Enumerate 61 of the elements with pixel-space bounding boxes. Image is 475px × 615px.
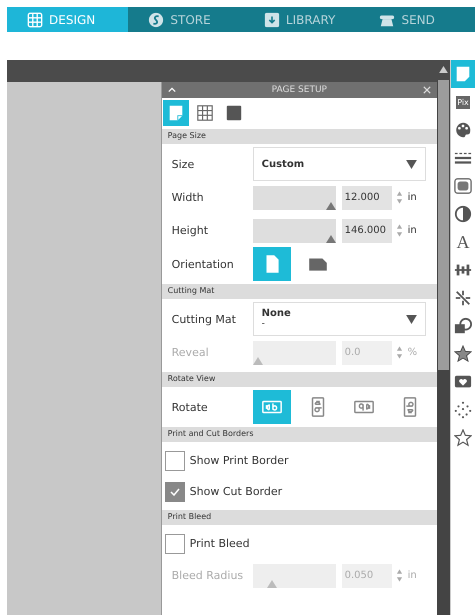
download-icon: [264, 12, 280, 28]
panel-title: PAGE SETUP: [270, 85, 328, 95]
portrait-button[interactable]: [252, 247, 291, 281]
page-icon: [166, 104, 185, 122]
unit-label: in: [408, 192, 417, 203]
frame-icon: [224, 104, 243, 122]
grid-icon: [196, 104, 214, 122]
unit-label: in: [408, 570, 417, 581]
checkbox[interactable]: [164, 450, 185, 470]
checkbox-label: Print Bleed: [190, 537, 250, 550]
section-header: Print and Cut Borders: [162, 427, 437, 442]
nav-tab[interactable]: STORE: [128, 7, 244, 32]
logo-icon: [148, 12, 164, 28]
rotate-button[interactable]: [252, 390, 291, 424]
field-label: Rotate: [172, 400, 209, 414]
palette-icon: [454, 121, 472, 139]
toolbar-button[interactable]: Pix: [451, 88, 475, 116]
sparkle-icon: [454, 289, 472, 307]
checkbox[interactable]: [164, 534, 185, 554]
slider[interactable]: [252, 218, 336, 242]
scroll-up-icon[interactable]: [439, 66, 448, 73]
spinner-icon[interactable]: [396, 190, 403, 205]
section-header: Rotate View: [162, 372, 437, 387]
spinner-icon[interactable]: [396, 223, 403, 238]
collapse-icon[interactable]: [168, 86, 176, 94]
nav-tab[interactable]: LIBRARY: [244, 7, 360, 32]
slider[interactable]: [252, 186, 336, 210]
unit-label: %: [408, 347, 418, 358]
star-outline-icon: [454, 429, 472, 447]
check-icon: [168, 486, 181, 498]
section-header: Page Size: [162, 129, 437, 144]
checkbox-label: Show Print Border: [190, 454, 288, 467]
pattern-icon: [454, 177, 472, 195]
scrollbar-thumb[interactable]: [438, 80, 449, 370]
grid-icon: [27, 12, 43, 28]
shapes-icon: [454, 317, 472, 335]
field-label: Size: [172, 158, 196, 170]
toolbar-button[interactable]: A: [451, 228, 475, 256]
dots-icon: [454, 401, 472, 419]
section-header: Print Bleed: [162, 510, 437, 525]
star-icon: [454, 345, 472, 363]
field-label: Orientation: [172, 258, 235, 270]
caret-icon: [406, 314, 417, 324]
close-icon[interactable]: [423, 86, 431, 94]
contrast-icon: [454, 205, 472, 223]
field-label: Width: [172, 191, 205, 204]
nav-tab[interactable]: SEND: [359, 7, 475, 32]
dropdown[interactable]: None -: [252, 302, 426, 336]
checkbox-label: Show Cut Border: [190, 485, 282, 498]
dropdown[interactable]: Custom: [252, 147, 426, 181]
field-label: Cutting Mat: [172, 312, 237, 326]
field-label: Reveal: [172, 346, 210, 359]
field-label: Bleed Radius: [172, 569, 244, 582]
number-field[interactable]: 146.000: [342, 218, 392, 242]
caret-icon: [406, 160, 417, 168]
checkbox[interactable]: [164, 482, 185, 502]
field-label: Height: [172, 224, 210, 237]
number-field[interactable]: 12.000: [342, 186, 392, 210]
unit-label: in: [408, 225, 417, 236]
page-icon: [454, 65, 472, 83]
section-header: Cutting Mat: [162, 284, 437, 299]
